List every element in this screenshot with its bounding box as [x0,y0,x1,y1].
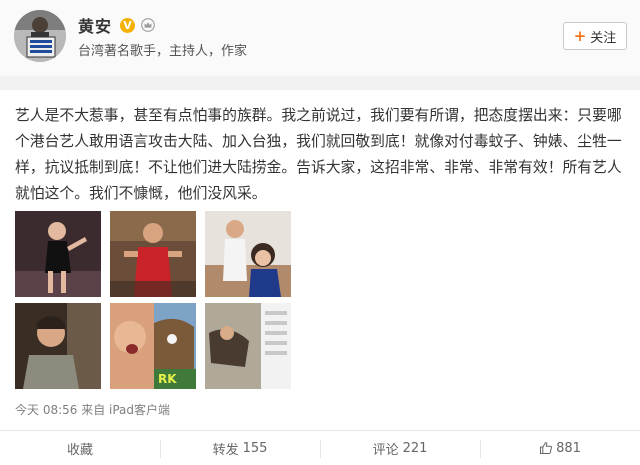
collect-label: 收藏 [66,442,93,458]
repost-count: 155 [242,440,268,456]
like-count: 881 [556,440,581,456]
repost-button[interactable]: 转发 155 [160,431,320,465]
follow-label: 关注 [590,30,617,46]
section-divider [0,76,640,90]
post-photo-6[interactable] [205,303,291,389]
repost-label: 转发 [212,442,239,458]
crown-icon [141,18,155,32]
thumbs-up-icon [540,442,553,454]
comment-label: 评论 [372,442,399,458]
photo-grid: RK [15,211,291,389]
like-button[interactable]: 881 [480,431,640,465]
plus-icon: + [573,27,587,45]
comment-count: 221 [402,440,428,456]
post-photo-5[interactable]: RK [110,303,196,389]
follow-button[interactable]: + 关注 [563,22,627,50]
post-text: 艺人是不大惹事，甚至有点怕事的族群。我之前说过，我们要有所谓，把态度摆出来：只要… [15,107,622,202]
post-photo-2[interactable] [110,211,196,297]
profile-name[interactable]: 黄安 [78,13,112,37]
post-photo-3[interactable] [205,211,291,297]
verified-badge-icon: V [120,17,136,33]
profile-header: 黄安 V 台湾著名歌手，主持人，作家 + 关注 [0,0,640,76]
post-photo-1[interactable] [15,211,101,297]
post-photo-4[interactable] [15,303,101,389]
profile-subtitle: 台湾著名歌手，主持人，作家 [78,44,248,59]
avatar[interactable] [14,10,66,62]
post-meta: 今天 08:56 来自 iPad客户端 [15,403,171,417]
collect-button[interactable]: 收藏 [0,431,160,465]
comment-button[interactable]: 评论 221 [320,431,480,465]
action-bar: 收藏 转发 155 评论 221 881 [0,430,640,465]
photo-caption: RK [158,372,177,386]
